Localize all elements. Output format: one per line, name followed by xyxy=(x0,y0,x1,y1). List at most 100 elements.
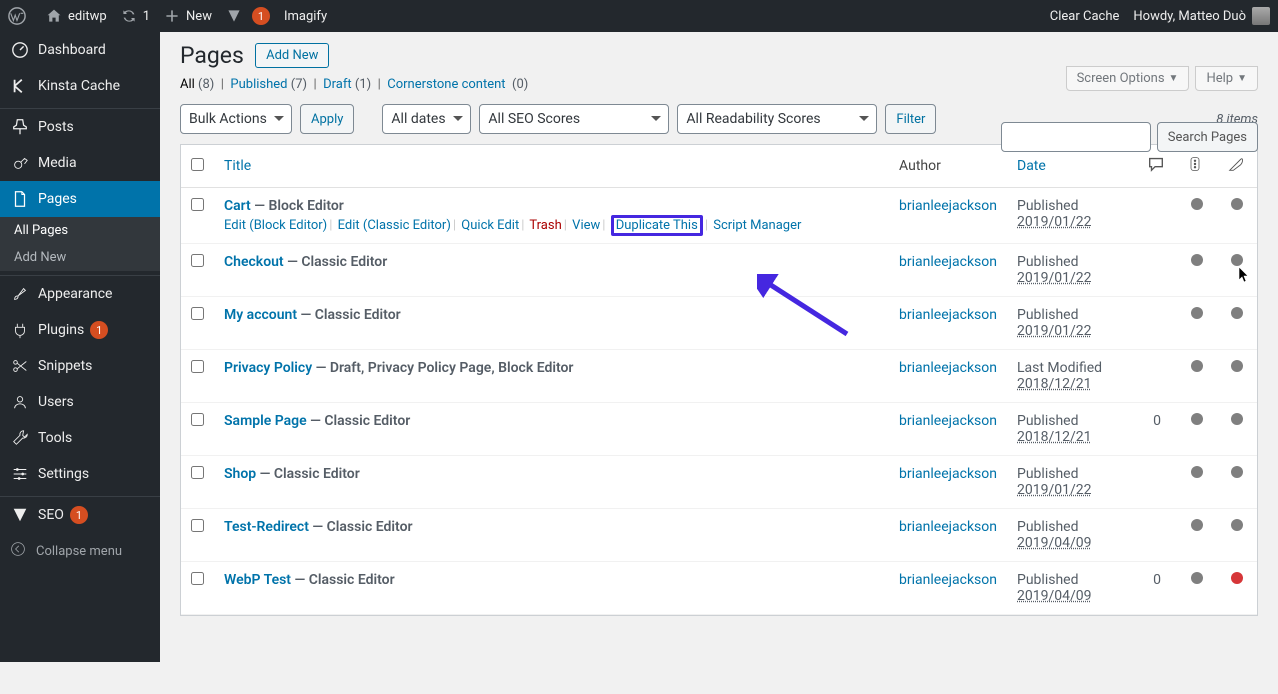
menu-pages[interactable]: Pages xyxy=(0,181,160,217)
menu-snippets[interactable]: Snippets xyxy=(0,348,160,384)
row-checkbox[interactable] xyxy=(191,519,204,532)
clear-cache[interactable]: Clear Cache xyxy=(1050,9,1120,24)
view-draft[interactable]: Draft (1) xyxy=(323,77,371,92)
author-link[interactable]: brianleejackson xyxy=(899,307,997,323)
action-view[interactable]: View xyxy=(572,218,600,233)
menu-kinsta[interactable]: Kinsta Cache xyxy=(0,68,160,104)
menu-posts[interactable]: Posts xyxy=(0,109,160,145)
action-trash[interactable]: Trash xyxy=(529,218,561,233)
imagify-label: Imagify xyxy=(284,9,327,24)
row-title-link[interactable]: Sample Page xyxy=(224,413,307,429)
updates[interactable]: 1 xyxy=(121,8,150,24)
seo-dot-icon xyxy=(1191,519,1203,531)
search-box: Search Pages xyxy=(1001,122,1258,152)
apply-button[interactable]: Apply xyxy=(300,104,354,134)
imagify-menu[interactable]: Imagify xyxy=(284,9,327,24)
wp-logo[interactable] xyxy=(8,7,32,25)
row-title-link[interactable]: Privacy Policy xyxy=(224,360,312,376)
view-all[interactable]: All (8) xyxy=(180,77,214,92)
author-link[interactable]: brianleejackson xyxy=(899,254,997,270)
post-state: — Classic Editor xyxy=(295,572,395,588)
search-input[interactable] xyxy=(1001,122,1151,152)
select-all-checkbox[interactable] xyxy=(191,158,204,171)
screen-options-tab[interactable]: Screen Options▼ xyxy=(1066,66,1190,91)
row-checkbox[interactable] xyxy=(191,413,204,426)
seo-score-select[interactable]: All SEO Scores xyxy=(479,104,669,134)
seo-cell xyxy=(1177,188,1217,244)
menu-settings[interactable]: Settings xyxy=(0,456,160,492)
row-title-link[interactable]: Cart xyxy=(224,198,251,214)
table-row: Privacy Policy — Draft, Privacy Policy P… xyxy=(181,350,1257,403)
comment-icon xyxy=(1147,155,1165,173)
account-menu[interactable]: Howdy, Matteo Duò xyxy=(1133,7,1270,25)
yoast-indicator[interactable]: 1 xyxy=(226,7,270,25)
author-link[interactable]: brianleejackson xyxy=(899,413,997,429)
seo-dot-icon xyxy=(1191,572,1203,584)
new-content[interactable]: New xyxy=(164,8,212,24)
author-link[interactable]: brianleejackson xyxy=(899,572,997,588)
date-filter-select[interactable]: All dates xyxy=(382,104,471,134)
menu-pages-label: Pages xyxy=(38,191,77,207)
col-title[interactable]: Title xyxy=(214,145,889,188)
readability-dot-icon xyxy=(1231,519,1243,531)
seo-badge: 1 xyxy=(70,506,88,524)
row-checkbox[interactable] xyxy=(191,360,204,373)
sliders-icon xyxy=(10,464,30,484)
action-edit-block[interactable]: Edit (Block Editor) xyxy=(224,218,327,233)
collapse-label: Collapse menu xyxy=(36,544,122,559)
filter-button[interactable]: Filter xyxy=(885,104,936,134)
author-link[interactable]: brianleejackson xyxy=(899,360,997,376)
menu-users[interactable]: Users xyxy=(0,384,160,420)
menu-dashboard[interactable]: Dashboard xyxy=(0,32,160,68)
row-checkbox[interactable] xyxy=(191,254,204,267)
readability-dot-icon xyxy=(1231,572,1243,584)
action-quick-edit[interactable]: Quick Edit xyxy=(461,218,519,233)
row-title-link[interactable]: WebP Test xyxy=(224,572,291,588)
author-link[interactable]: brianleejackson xyxy=(899,198,997,214)
view-cornerstone[interactable]: Cornerstone content (0) xyxy=(387,77,528,92)
view-published[interactable]: Published (7) xyxy=(230,77,307,92)
add-new-button[interactable]: Add New xyxy=(255,43,329,68)
bulk-action-select[interactable]: Bulk Actions xyxy=(180,104,292,134)
date-label: Published xyxy=(1017,254,1078,270)
menu-media[interactable]: Media xyxy=(0,145,160,181)
row-checkbox[interactable] xyxy=(191,572,204,585)
menu-appearance[interactable]: Appearance xyxy=(0,276,160,312)
readability-select[interactable]: All Readability Scores xyxy=(677,104,877,134)
collapse-menu[interactable]: Collapse menu xyxy=(0,533,160,569)
row-title-link[interactable]: My account xyxy=(224,307,297,323)
action-script-manager[interactable]: Script Manager xyxy=(713,218,801,233)
submenu-pages: All Pages Add New xyxy=(0,217,160,271)
help-tab[interactable]: Help▼ xyxy=(1195,66,1258,91)
row-checkbox[interactable] xyxy=(191,466,204,479)
readability-dot-icon xyxy=(1231,466,1243,478)
admin-bar: editwp 1 New 1 Imagify Clear Cache Howdy… xyxy=(0,0,1278,32)
submenu-all-pages[interactable]: All Pages xyxy=(0,217,160,244)
menu-tools[interactable]: Tools xyxy=(0,420,160,456)
menu-plugins[interactable]: Plugins1 xyxy=(0,312,160,348)
row-checkbox[interactable] xyxy=(191,198,204,211)
date-label: Published xyxy=(1017,572,1078,588)
row-title-link[interactable]: Test-Redirect xyxy=(224,519,309,535)
author-link[interactable]: brianleejackson xyxy=(899,519,997,535)
page-title: Pages xyxy=(180,42,244,69)
search-button[interactable]: Search Pages xyxy=(1157,122,1258,152)
action-edit-classic[interactable]: Edit (Classic Editor) xyxy=(338,218,451,233)
submenu-add-new[interactable]: Add New xyxy=(0,244,160,271)
col-author[interactable]: Author xyxy=(889,145,1007,188)
author-link[interactable]: brianleejackson xyxy=(899,466,997,482)
row-title-link[interactable]: Shop xyxy=(224,466,256,482)
post-state: — Classic Editor xyxy=(260,466,360,482)
readability-cell xyxy=(1217,244,1257,297)
select-all-header[interactable] xyxy=(181,145,214,188)
readability-dot-icon xyxy=(1231,307,1243,319)
readability-dot-icon xyxy=(1231,198,1243,210)
menu-seo[interactable]: SEO1 xyxy=(0,497,160,533)
readability-cell xyxy=(1217,562,1257,615)
action-duplicate[interactable]: Duplicate This xyxy=(616,218,698,233)
row-checkbox[interactable] xyxy=(191,307,204,320)
menu-media-label: Media xyxy=(38,155,77,171)
site-name[interactable]: editwp xyxy=(46,8,107,24)
table-row: Shop — Classic Editor brianleejackson Pu… xyxy=(181,456,1257,509)
row-title-link[interactable]: Checkout xyxy=(224,254,284,270)
